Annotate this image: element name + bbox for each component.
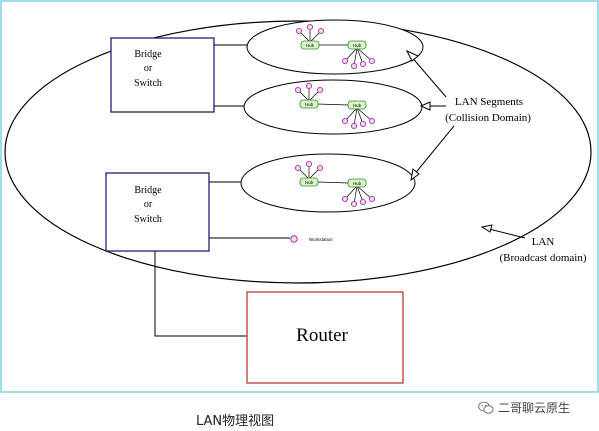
lan-label-line2: (Broadcast domain) [499,252,586,264]
watermark-text: 二哥聊云原生 [498,401,571,415]
host-node-seg1-b2 [359,60,367,68]
lan-segment-3-ellipse [240,153,416,213]
host-node-seg3-a1 [305,160,313,168]
workstation-label: Workstation [309,237,333,242]
host-node-seg2-b1 [350,122,358,130]
host-node-seg2-a0 [294,86,302,94]
hub-label: Hub [306,43,315,48]
host-node-seg1-b3 [368,57,376,65]
host-node-seg1-a1 [306,23,314,31]
lan-segments-label-line1: LAN Segments [455,96,523,108]
host-node-seg3-a0 [294,164,302,172]
lan-segment-2-ellipse [243,79,423,135]
host-node-seg2-b2 [359,120,367,128]
host-node-seg3-b1 [350,200,358,208]
lan-segment-1-ellipse [246,19,424,75]
host-node-seg1-b0 [341,57,349,65]
workstation-node [290,235,298,243]
host-node-seg3-b2 [359,198,367,206]
bridge-bottom-line1: Bridge [134,185,162,196]
host-node-seg3-a2 [316,164,324,172]
bridge-top-line1: Bridge [134,49,162,60]
bridge-switch-top-box [110,37,215,113]
lan-segments-label-line2: (Collision Domain) [445,112,531,124]
bridge-top-line2: or [144,63,153,74]
bridge-bottom-line2: or [144,199,153,210]
hub-label: Hub [353,181,362,186]
host-node-seg1-b1 [350,62,358,70]
host-node-seg2-a2 [316,86,324,94]
hub-label: Hub [353,103,362,108]
router-label: Router [296,325,348,346]
host-node-seg3-b0 [341,195,349,203]
hub-label: Hub [305,102,314,107]
lan-diagram: Bridge or Switch Bridge or Switch Hub Hub… [0,0,599,393]
bridge-top-line3: Switch [134,78,162,89]
host-node-seg1-a2 [317,27,325,35]
watermark: 二哥聊云原生 [478,399,570,416]
host-node-seg2-b0 [341,117,349,125]
bridge-bottom-line3: Switch [134,214,162,225]
host-node-seg2-b3 [368,117,376,125]
hub-label: Hub [305,180,314,185]
host-node-seg3-b3 [368,195,376,203]
figure-caption: LAN物理视图 [196,414,275,429]
host-node-seg1-a0 [295,27,303,35]
lan-label-line1: LAN [532,236,555,248]
host-node-seg2-a1 [305,82,313,90]
hub-label: Hub [353,43,362,48]
wechat-icon [478,401,494,414]
